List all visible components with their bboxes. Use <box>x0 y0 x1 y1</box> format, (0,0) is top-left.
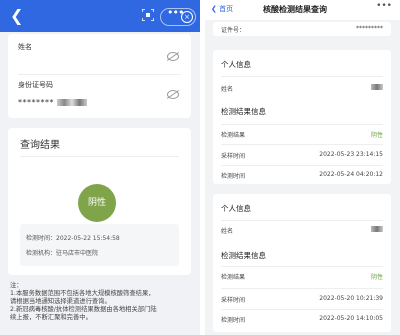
name-row: 姓名 <box>221 226 383 235</box>
top-bar: ❮ ••• × <box>0 0 200 32</box>
notice-text: 注： 1.本服务数据范围不包括各地大规模核酸筛查结果， 请根据当地通知选择渠道进… <box>10 282 157 321</box>
right-screen: ❮ 首页 核酸检测结果查询 ••• 证件号： ********* 个人信息 姓名… <box>205 0 400 335</box>
test-org-row: 检测机构：驻马店市中医院 <box>26 250 99 257</box>
test-time-row: 检测时间 2022-05-20 14:10:05 <box>221 315 383 324</box>
masked-name <box>371 226 383 232</box>
divider <box>221 288 383 289</box>
divider <box>221 144 383 145</box>
record-card-2: 个人信息 姓名 检测结果信息 检测结果 阴性 采样时间 2022-05-20 1… <box>213 194 391 332</box>
page-title: 核酸检测结果查询 <box>263 5 327 14</box>
back-icon[interactable]: ❮ <box>10 6 23 25</box>
result-title: 查询结果 <box>20 140 60 151</box>
identity-card: 姓名 身份证号码 ******** <box>8 34 191 118</box>
blurred-id <box>57 99 87 106</box>
id-field: 身份证号码 ******** <box>18 80 183 107</box>
scan-icon[interactable] <box>142 9 154 21</box>
name-row: 姓名 <box>221 84 383 93</box>
divider <box>221 220 383 221</box>
divider <box>221 124 383 125</box>
hide-eye-icon[interactable] <box>167 52 179 61</box>
test-time-row: 检测时间：2022-05-22 15:54:58 <box>26 235 120 242</box>
divider <box>221 266 383 267</box>
result-row: 检测结果 阴性 <box>221 274 383 281</box>
id-value: ******** <box>18 98 183 107</box>
test-time-row: 检测时间 2022-05-24 04:20:12 <box>221 171 383 180</box>
record-card-1: 个人信息 姓名 检测结果信息 检测结果 阴性 采样时间 2022-05-23 2… <box>213 50 391 184</box>
detect-info-title: 检测结果信息 <box>221 251 266 260</box>
sample-time-row: 采样时间 2022-05-20 10:21:39 <box>221 295 383 304</box>
mini-program-capsule: ••• × <box>160 6 196 26</box>
name-field: 姓名 <box>18 42 183 61</box>
more-icon[interactable]: ••• <box>376 1 392 11</box>
status-badge: 阴性 <box>78 184 116 222</box>
hide-eye-icon[interactable] <box>167 90 179 99</box>
name-label: 姓名 <box>18 43 32 51</box>
divider <box>20 156 179 157</box>
cert-row: 证件号： ********* <box>221 25 383 34</box>
divider <box>221 76 383 77</box>
personal-info-title: 个人信息 <box>221 60 251 69</box>
divider <box>221 165 383 166</box>
divider <box>18 74 181 75</box>
cert-card: 证件号： ********* <box>213 22 391 36</box>
masked-name <box>371 84 383 90</box>
close-icon[interactable]: × <box>181 11 193 23</box>
result-row: 检测结果 阴性 <box>221 132 383 139</box>
left-screen: ❮ ••• × 姓名 身份证号码 ******** 查询结果 阴性 检测时间：2… <box>0 0 200 335</box>
result-card: 查询结果 阴性 检测时间：2022-05-22 15:54:58 检测机构：驻马… <box>8 128 191 275</box>
back-button[interactable]: ❮ 首页 <box>211 4 233 14</box>
personal-info-title: 个人信息 <box>221 204 251 213</box>
divider <box>221 309 383 310</box>
top-bar: ❮ 首页 核酸检测结果查询 ••• <box>205 0 400 20</box>
sample-time-row: 采样时间 2022-05-23 23:14:15 <box>221 151 383 160</box>
result-detail-box: 检测时间：2022-05-22 15:54:58 检测机构：驻马店市中医院 <box>20 224 179 266</box>
detect-info-title: 检测结果信息 <box>221 107 266 116</box>
id-label: 身份证号码 <box>18 81 53 89</box>
